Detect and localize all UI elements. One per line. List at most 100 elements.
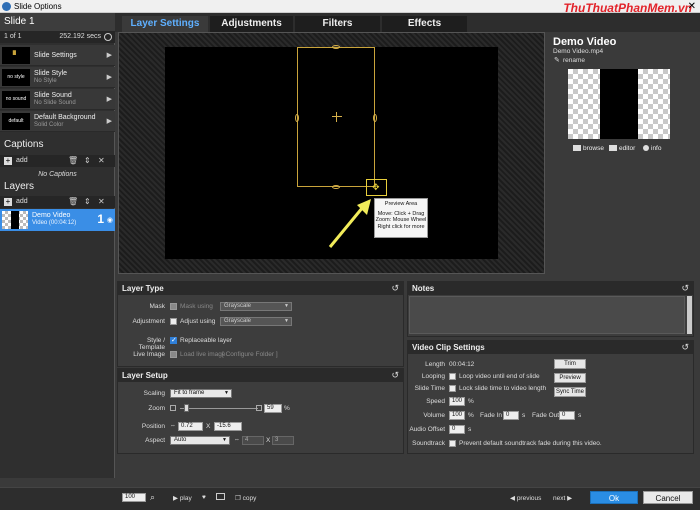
slide-sound-row[interactable]: no sound Slide Sound No Slide Sound ▶ bbox=[0, 89, 115, 110]
favorite-icon[interactable]: ♥ bbox=[202, 494, 206, 501]
soundtrack-checkbox[interactable] bbox=[449, 440, 456, 447]
aspect-link-icon[interactable]: ⇔ bbox=[234, 437, 240, 443]
reset-icon[interactable]: ↺ bbox=[681, 282, 689, 295]
position-link-icon[interactable]: ⇔ bbox=[170, 423, 176, 429]
notes-textarea[interactable] bbox=[409, 296, 685, 334]
slide-sound-thumb: no sound bbox=[2, 91, 30, 108]
live-image-checkbox[interactable] bbox=[170, 351, 177, 358]
trim-button[interactable]: Trim bbox=[554, 359, 586, 369]
default-background-row[interactable]: default Default Background Solid Color ▶ bbox=[0, 111, 115, 132]
slide-time-checkbox[interactable] bbox=[449, 385, 456, 392]
looping-checkbox[interactable] bbox=[449, 373, 456, 380]
preview-button[interactable]: Preview bbox=[554, 373, 586, 383]
center-crosshair-icon[interactable] bbox=[332, 112, 342, 122]
zoom-label: Zoom bbox=[148, 405, 165, 412]
default-background-sub: Solid Color bbox=[34, 122, 64, 128]
reset-icon[interactable]: ↺ bbox=[391, 369, 399, 382]
tools-icon[interactable]: ✕ bbox=[98, 196, 105, 208]
pencil-icon[interactable]: ✎ bbox=[554, 56, 560, 64]
editor-button[interactable]: editor bbox=[609, 145, 635, 152]
ok-button[interactable]: Ok bbox=[590, 491, 638, 504]
tab-layer-settings[interactable]: Layer Settings bbox=[122, 16, 208, 32]
tab-filters[interactable]: Filters bbox=[295, 16, 380, 32]
layer-setup-header: Layer Setup bbox=[122, 371, 168, 380]
slide-settings-row[interactable]: ▘ Slide Settings ▶ bbox=[0, 45, 115, 66]
length-value: 00:04:12 bbox=[449, 361, 475, 368]
zoom-max-icon[interactable] bbox=[256, 405, 262, 411]
fade-out-input[interactable]: 0 bbox=[559, 411, 575, 420]
volume-input[interactable]: 100 bbox=[449, 411, 465, 420]
notes-scrollbar[interactable] bbox=[687, 296, 692, 334]
reorder-icon[interactable]: ⇕ bbox=[84, 155, 91, 167]
aspect-label: Aspect bbox=[145, 437, 165, 444]
adjust-dropdown[interactable]: Grayscale ▼ bbox=[220, 317, 292, 326]
tools-icon[interactable]: ✕ bbox=[98, 155, 105, 167]
layer-thumbnail bbox=[2, 211, 28, 229]
adjustment-checkbox[interactable] bbox=[170, 318, 177, 325]
browse-button[interactable]: browse bbox=[573, 145, 604, 152]
reset-icon[interactable]: ↺ bbox=[391, 282, 399, 295]
layers-toolbar: + add 🗑 ⇕ ✕ bbox=[0, 196, 115, 208]
load-live-label: Load live image bbox=[180, 351, 226, 358]
add-layer-icon[interactable]: + bbox=[4, 198, 12, 206]
play-button[interactable]: ▶ play bbox=[173, 494, 192, 502]
clock-icon[interactable] bbox=[104, 33, 112, 41]
position-x-input[interactable]: 0.72 bbox=[178, 422, 203, 431]
no-captions-text: No Captions bbox=[38, 171, 77, 178]
scaling-dropdown[interactable]: Fit to frame ▼ bbox=[170, 389, 232, 398]
tab-adjustments[interactable]: Adjustments bbox=[210, 16, 293, 32]
mask-dropdown[interactable]: Grayscale ▼ bbox=[220, 302, 292, 311]
info-icon bbox=[643, 145, 649, 152]
aspect-width-input[interactable]: 4 bbox=[242, 436, 264, 445]
layer-number: 1 bbox=[97, 212, 104, 226]
zoom-slider[interactable] bbox=[180, 408, 258, 409]
resize-handle[interactable] bbox=[332, 45, 340, 49]
search-icon[interactable]: ⌕ bbox=[150, 492, 155, 503]
aspect-dropdown[interactable]: Auto ▼ bbox=[170, 436, 230, 445]
copy-button[interactable]: ❐ copy bbox=[235, 494, 256, 502]
reset-icon[interactable]: ↺ bbox=[681, 341, 689, 354]
slide-time-text: Lock slide time to video length bbox=[459, 385, 547, 392]
next-button[interactable]: next ▶ bbox=[553, 494, 572, 502]
fade-in-input[interactable]: 0 bbox=[503, 411, 519, 420]
zoom-input[interactable]: 59 bbox=[264, 404, 282, 413]
eye-icon[interactable]: ◉ bbox=[107, 216, 113, 224]
position-y-input[interactable]: -15.6 bbox=[214, 422, 242, 431]
slide-style-row[interactable]: no style Slide Style No Style ▶ bbox=[0, 67, 115, 88]
zoom-level-input[interactable]: 100 bbox=[122, 493, 146, 502]
add-layer-label[interactable]: add bbox=[16, 198, 28, 205]
cancel-button[interactable]: Cancel bbox=[643, 491, 693, 504]
speed-input[interactable]: 100 bbox=[449, 397, 465, 406]
slide-style-thumb: no style bbox=[2, 69, 30, 86]
reorder-icon[interactable]: ⇕ bbox=[84, 196, 91, 208]
info-button[interactable]: info bbox=[643, 145, 661, 152]
trash-icon[interactable]: 🗑 bbox=[68, 196, 78, 208]
folder-icon bbox=[573, 145, 581, 152]
replaceable-checkbox[interactable]: ✓ bbox=[170, 337, 177, 344]
window-title: Slide Options bbox=[14, 2, 62, 11]
zoom-min-icon[interactable] bbox=[170, 405, 176, 411]
zoom-slider-handle[interactable] bbox=[184, 404, 189, 412]
audio-offset-unit: s bbox=[468, 426, 472, 433]
sync-time-button[interactable]: Sync Time bbox=[554, 387, 586, 397]
configure-folder-link[interactable]: [ Configure Folder ] bbox=[222, 351, 278, 358]
move-handle-highlight[interactable]: ✥ bbox=[366, 179, 387, 196]
layer-item[interactable]: Demo Video Video (00:04:12) 1 ◉ bbox=[0, 209, 115, 231]
chevron-right-icon: ▶ bbox=[106, 52, 112, 59]
close-icon[interactable]: ✕ bbox=[688, 0, 696, 13]
trash-icon[interactable]: 🗑 bbox=[68, 155, 78, 167]
audio-offset-input[interactable]: 0 bbox=[449, 425, 465, 434]
aspect-height-input[interactable]: 3 bbox=[272, 436, 294, 445]
rename-link[interactable]: rename bbox=[563, 57, 585, 64]
mask-checkbox[interactable] bbox=[170, 303, 177, 310]
video-clip-header: Video Clip Settings bbox=[412, 343, 485, 352]
add-caption-icon[interactable]: + bbox=[4, 157, 12, 165]
resize-handle[interactable] bbox=[332, 185, 340, 189]
layer-name: Demo Video bbox=[32, 212, 71, 219]
resize-handle[interactable] bbox=[295, 114, 299, 122]
previous-button[interactable]: ◀ previous bbox=[510, 494, 541, 502]
tab-effects[interactable]: Effects bbox=[382, 16, 467, 32]
resize-handle[interactable] bbox=[373, 114, 377, 122]
add-caption-label[interactable]: add bbox=[16, 157, 28, 164]
frame-icon[interactable] bbox=[216, 493, 225, 500]
